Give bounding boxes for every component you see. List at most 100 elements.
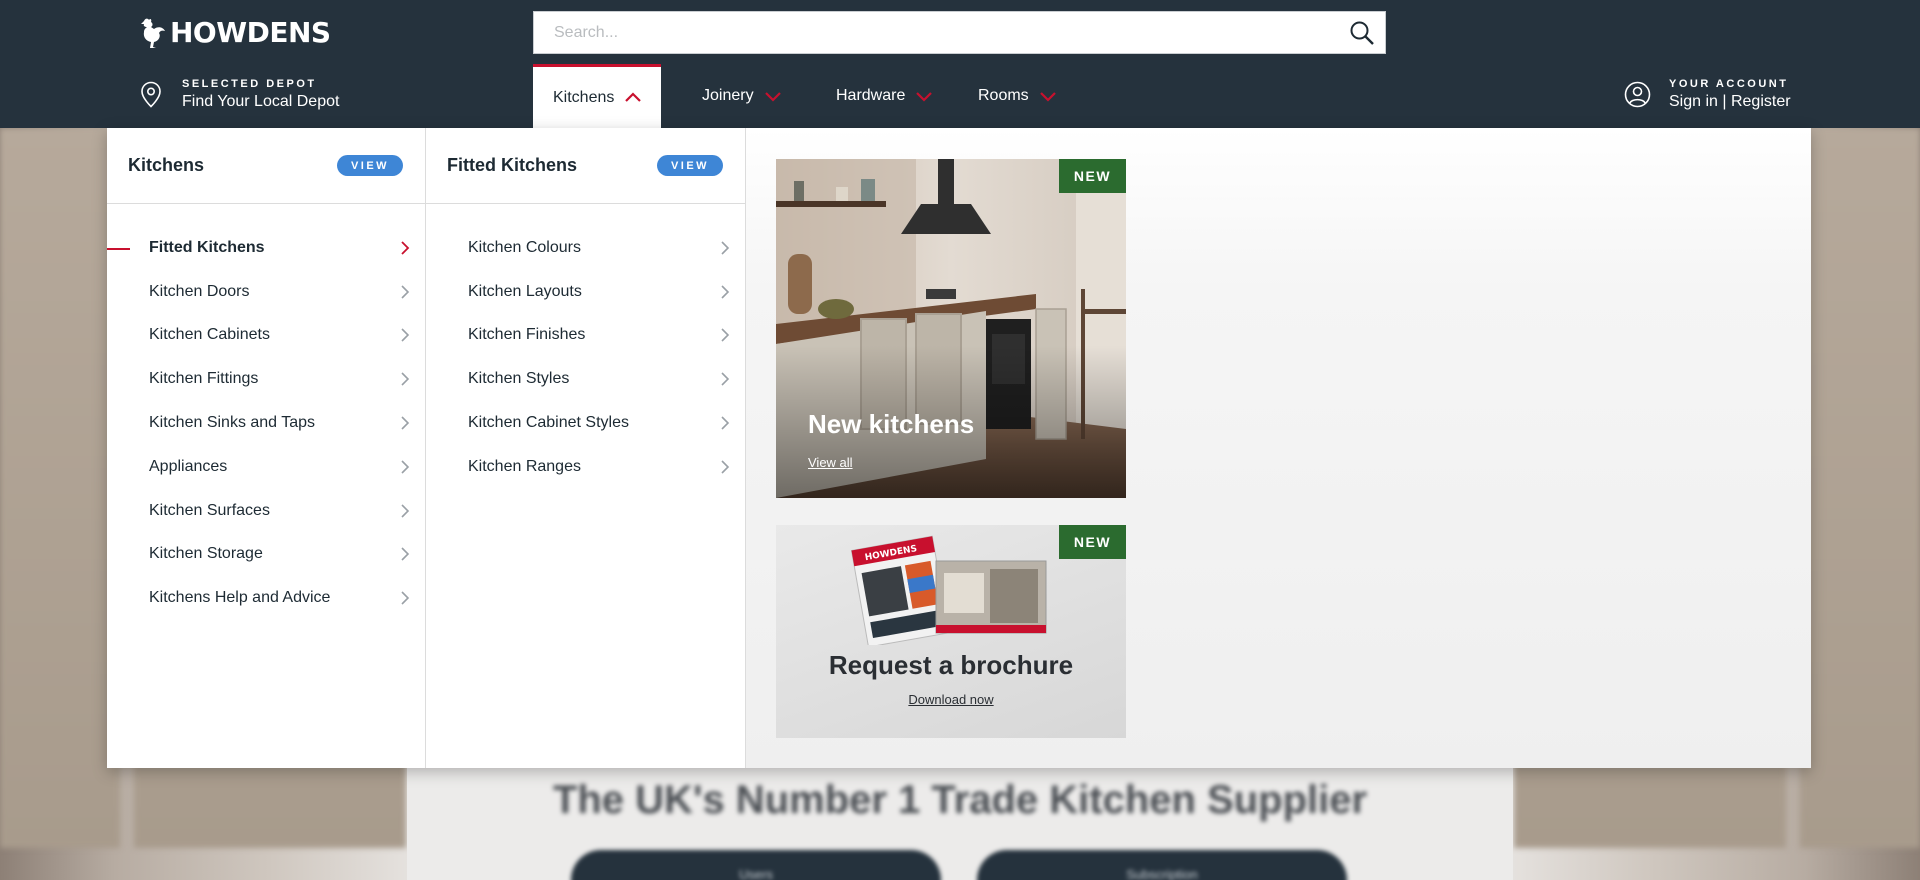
menu-item-label: Kitchen Ranges xyxy=(468,457,581,475)
search-bar xyxy=(533,11,1386,54)
menu-column-fitted-kitchens: Fitted Kitchens VIEW Kitchen Colours Kit… xyxy=(426,128,746,768)
nav-label: Hardware xyxy=(836,87,906,104)
search-input[interactable] xyxy=(534,12,1339,53)
chevron-down-icon xyxy=(764,91,781,102)
sign-in-register-link[interactable]: Sign in | Register xyxy=(1669,93,1791,111)
view-all-link[interactable]: View all xyxy=(808,455,853,470)
location-pin-icon xyxy=(141,81,161,108)
menu-item-kitchen-fittings[interactable]: Kitchen Fittings xyxy=(107,357,425,401)
nav-label: Kitchens xyxy=(553,88,615,106)
menu-item-label: Kitchen Surfaces xyxy=(149,501,270,519)
nav-hardware[interactable]: Hardware xyxy=(803,64,961,128)
chevron-right-icon xyxy=(401,591,410,605)
menu-item-kitchens-help-and-advice[interactable]: Kitchens Help and Advice xyxy=(107,576,425,620)
menu-item-label: Kitchen Finishes xyxy=(468,326,586,344)
fitted-kitchens-list: Kitchen Colours Kitchen Layouts Kitchen … xyxy=(426,204,745,489)
background-headline: The UK's Number 1 Trade Kitchen Supplier xyxy=(552,778,1368,822)
column-title: Fitted Kitchens xyxy=(447,155,578,175)
chevron-down-icon xyxy=(916,91,933,102)
menu-item-label: Kitchen Storage xyxy=(149,545,263,563)
menu-item-kitchen-surfaces[interactable]: Kitchen Surfaces xyxy=(107,489,425,533)
menu-item-label: Kitchen Sinks and Taps xyxy=(149,414,316,432)
chevron-up-icon xyxy=(625,92,642,102)
menu-item-label: Kitchen Doors xyxy=(149,282,250,300)
menu-item-label: Kitchen Colours xyxy=(468,238,581,256)
depot-label: SELECTED DEPOT xyxy=(182,78,317,90)
card-title: Request a brochure xyxy=(828,650,1074,680)
main-nav: Kitchens Joinery Hardware Rooms xyxy=(533,64,1081,128)
new-kitchens-card[interactable]: NEW New kitchens View all xyxy=(776,159,1126,498)
new-badge: NEW xyxy=(1059,159,1126,193)
rooster-icon xyxy=(141,18,165,48)
chevron-right-icon xyxy=(721,241,730,255)
background-cabinet-right xyxy=(1800,128,1920,848)
column-header: Kitchens VIEW xyxy=(107,128,425,204)
site-header: HOWDENS SELECTED DEPOT Find Your Local D… xyxy=(0,0,1920,128)
chevron-right-icon xyxy=(401,241,410,255)
menu-item-kitchen-cabinet-styles[interactable]: Kitchen Cabinet Styles xyxy=(426,401,745,445)
chevron-right-icon xyxy=(401,328,410,343)
menu-item-appliances[interactable]: Appliances xyxy=(107,445,425,489)
menu-item-label: Kitchen Cabinets xyxy=(149,326,270,344)
menu-item-label: Kitchen Styles xyxy=(468,370,570,388)
chevron-right-icon xyxy=(401,547,410,562)
request-brochure-card[interactable]: HOWDENS NEW Request a brochure Download … xyxy=(776,525,1126,738)
menu-item-kitchen-finishes[interactable]: Kitchen Finishes xyxy=(426,314,745,358)
chevron-down-icon xyxy=(1039,91,1056,102)
nav-joinery[interactable]: Joinery xyxy=(661,64,803,128)
nav-label: Joinery xyxy=(702,87,754,104)
menu-item-label: Kitchen Fittings xyxy=(149,370,259,388)
account-label: YOUR ACCOUNT xyxy=(1669,78,1789,90)
menu-item-kitchen-storage[interactable]: Kitchen Storage xyxy=(107,533,425,577)
view-kitchens-button[interactable]: VIEW xyxy=(337,155,403,176)
background-button-subscription[interactable]: Subscription xyxy=(977,850,1347,880)
chevron-right-icon xyxy=(721,285,730,299)
menu-item-kitchen-layouts[interactable]: Kitchen Layouts xyxy=(426,270,745,314)
chevron-right-icon xyxy=(401,285,410,299)
card-title: New kitchens xyxy=(808,409,975,439)
menu-item-kitchen-ranges[interactable]: Kitchen Ranges xyxy=(426,445,745,489)
search-icon xyxy=(1350,21,1374,45)
nav-label: Rooms xyxy=(978,87,1029,104)
chevron-right-icon xyxy=(721,372,730,386)
menu-item-label: Fitted Kitchens xyxy=(149,238,265,256)
kitchens-category-list: Fitted Kitchens Kitchen Doors Kitchen Ca… xyxy=(107,204,425,620)
menu-item-label: Kitchen Cabinet Styles xyxy=(468,414,629,432)
background-button-users[interactable]: Users xyxy=(571,850,941,880)
menu-item-label: Kitchen Layouts xyxy=(468,282,582,300)
view-fitted-kitchens-button[interactable]: VIEW xyxy=(657,155,723,176)
user-icon xyxy=(1624,81,1651,108)
find-depot-link[interactable]: Find Your Local Depot xyxy=(182,93,339,111)
chevron-right-icon xyxy=(401,504,410,518)
menu-item-kitchen-cabinets[interactable]: Kitchen Cabinets xyxy=(107,314,425,358)
kitchens-mega-menu: Kitchens VIEW Fitted Kitchens Kitchen Do… xyxy=(107,128,1811,768)
menu-item-kitchen-doors[interactable]: Kitchen Doors xyxy=(107,270,425,314)
new-badge: NEW xyxy=(1059,525,1126,559)
menu-item-label: Appliances xyxy=(149,457,228,475)
account[interactable]: YOUR ACCOUNT Sign in | Register xyxy=(1624,78,1791,111)
menu-column-kitchens: Kitchens VIEW Fitted Kitchens Kitchen Do… xyxy=(107,128,426,768)
column-header: Fitted Kitchens VIEW xyxy=(426,128,745,204)
howdens-logo[interactable]: HOWDENS xyxy=(138,16,331,49)
menu-item-kitchen-sinks-and-taps[interactable]: Kitchen Sinks and Taps xyxy=(107,401,425,445)
active-indicator xyxy=(107,247,130,250)
search-button[interactable] xyxy=(1339,12,1385,53)
background-cabinet-left xyxy=(0,128,120,848)
chevron-right-icon xyxy=(721,416,730,430)
chevron-right-icon xyxy=(401,416,410,430)
selected-depot[interactable]: SELECTED DEPOT Find Your Local Depot xyxy=(140,78,339,111)
nav-kitchens[interactable]: Kitchens xyxy=(533,64,661,128)
kitchen-photo xyxy=(776,159,1126,498)
menu-item-kitchen-styles[interactable]: Kitchen Styles xyxy=(426,357,745,401)
chevron-right-icon xyxy=(721,328,730,343)
chevron-right-icon xyxy=(401,372,410,386)
menu-item-label: Kitchens Help and Advice xyxy=(149,589,331,607)
chevron-right-icon xyxy=(401,460,410,474)
menu-item-kitchen-colours[interactable]: Kitchen Colours xyxy=(426,226,745,270)
logo-text: HOWDENS xyxy=(170,16,331,49)
nav-rooms[interactable]: Rooms xyxy=(961,64,1081,128)
menu-item-fitted-kitchens[interactable]: Fitted Kitchens xyxy=(107,226,425,270)
column-title: Kitchens xyxy=(128,155,205,175)
download-now-link[interactable]: Download now xyxy=(776,692,1126,707)
chevron-right-icon xyxy=(721,460,730,474)
